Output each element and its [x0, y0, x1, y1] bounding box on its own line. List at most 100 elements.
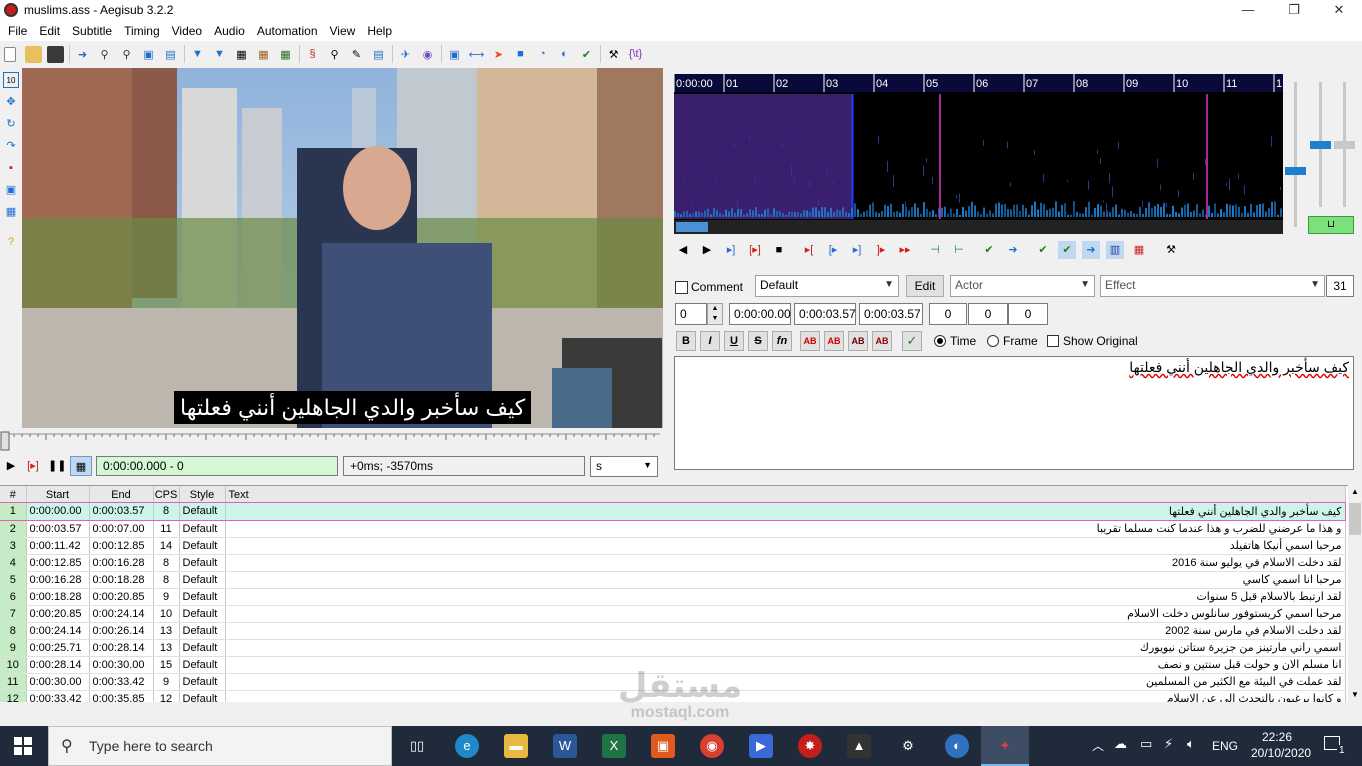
jump-to-icon[interactable]: ▣: [140, 46, 157, 63]
tag-icon[interactable]: {\t}: [627, 46, 644, 63]
shadow-color-button[interactable]: AB: [872, 331, 892, 351]
start-time-field[interactable]: 0:00:00.00: [729, 303, 791, 325]
primary-color-button[interactable]: AB: [800, 331, 820, 351]
help-icon[interactable]: ?: [3, 234, 19, 250]
scale-tool-icon[interactable]: ▪: [3, 160, 19, 176]
stop-audio-icon[interactable]: ■: [770, 241, 788, 259]
jump-start-icon[interactable]: ▤: [162, 46, 179, 63]
table-row[interactable]: 2 0:00:03.57 0:00:07.00 11 Default و هذا ما ع…: [0, 520, 1346, 538]
drag-tool-icon[interactable]: ✥: [3, 94, 19, 110]
comment-checkbox[interactable]: [675, 281, 688, 294]
table-row[interactable]: 6 0:00:18.28 0:00:20.85 9 Default لقد ارتبط ب…: [0, 588, 1346, 606]
menu-subtitle[interactable]: Subtitle: [66, 21, 118, 41]
play-icon[interactable]: ▶: [2, 456, 20, 476]
audio-options-icon[interactable]: ⚒: [1162, 241, 1180, 259]
lead-out-icon[interactable]: ⊢: [950, 241, 968, 259]
margin-left-field[interactable]: 0: [929, 303, 967, 325]
stop-icon[interactable]: ■: [512, 46, 529, 63]
auto-commit-icon[interactable]: ✔: [1034, 241, 1052, 259]
automation-icon[interactable]: ✈: [397, 46, 414, 63]
tray-chevron-icon[interactable]: ︿: [1092, 737, 1104, 754]
word-icon[interactable]: W: [553, 734, 577, 758]
menu-edit[interactable]: Edit: [33, 21, 66, 41]
attachments-icon[interactable]: ▦: [277, 46, 294, 63]
clock-icon[interactable]: ◔: [534, 46, 551, 63]
edge-browser-icon[interactable]: e: [455, 734, 479, 758]
options-icon[interactable]: ⚒: [605, 46, 622, 63]
table-row[interactable]: 1 0:00:00.00 0:00:03.57 8 Default كيف سأخبر و…: [0, 502, 1346, 521]
underline-button[interactable]: U: [724, 331, 744, 351]
layer-field[interactable]: 0: [675, 303, 707, 325]
table-row[interactable]: 5 0:00:16.28 0:00:18.28 8 Default مرحبا انا ا…: [0, 571, 1346, 589]
bold-button[interactable]: B: [676, 331, 696, 351]
properties-icon[interactable]: ▦: [233, 46, 250, 63]
edit-style-button[interactable]: Edit: [906, 275, 944, 297]
photos-icon[interactable]: ▲: [847, 734, 871, 758]
windows-start-icon[interactable]: [14, 737, 32, 755]
resolution-icon[interactable]: ▦: [255, 46, 272, 63]
time-radio[interactable]: [934, 335, 946, 347]
table-row[interactable]: 8 0:00:24.14 0:00:26.14 13 Default لقد دخلت ا…: [0, 622, 1346, 640]
rotate-z-icon[interactable]: ↻: [3, 116, 19, 132]
font-button[interactable]: fn: [772, 331, 792, 351]
zoom-in-icon[interactable]: ⚲: [96, 46, 113, 63]
taskbar-search-box[interactable]: ⚲ Type here to search: [48, 726, 392, 766]
show-original-checkbox[interactable]: [1047, 335, 1059, 347]
auto-next-icon[interactable]: ✔: [1058, 241, 1076, 259]
play-first-500-icon[interactable]: [▸: [824, 241, 842, 259]
style-editor-icon[interactable]: ▼: [211, 46, 228, 63]
video-time-field[interactable]: 0:00:00.000 - 0: [96, 456, 338, 476]
save-icon[interactable]: [47, 45, 64, 63]
translation-assistant-icon[interactable]: ▤: [370, 46, 387, 63]
scroll-thumb[interactable]: [1349, 503, 1361, 535]
go-to-icon[interactable]: ➜: [1004, 241, 1022, 259]
video-seek-slider[interactable]: [0, 428, 663, 456]
subtitle-text-editor[interactable]: كيف سأخبر والدي الجاهلين أنني فعلتها: [674, 356, 1354, 470]
play-before-icon[interactable]: ▸[: [800, 241, 818, 259]
pause-icon[interactable]: ❚❚: [48, 456, 66, 476]
find-icon[interactable]: ⚲: [326, 46, 343, 63]
network-icon[interactable]: ▭: [1140, 736, 1152, 752]
video-player-icon[interactable]: ▶: [749, 734, 773, 758]
clock-date[interactable]: 20/10/2020: [1251, 746, 1311, 760]
lead-in-icon[interactable]: ⊣: [926, 241, 944, 259]
volume-icon[interactable]: 🔈︎: [1187, 736, 1195, 752]
spectrum-mode-icon[interactable]: ▥: [1106, 241, 1124, 259]
clip-tool-icon[interactable]: ▣: [3, 182, 19, 198]
menu-view[interactable]: View: [324, 21, 362, 41]
menu-file[interactable]: File: [2, 21, 33, 41]
outline-color-button[interactable]: AB: [848, 331, 868, 351]
layer-spinner[interactable]: ▲ ▼: [707, 303, 723, 325]
aegisub-taskbar-icon[interactable]: ✸: [798, 734, 822, 758]
menu-help[interactable]: Help: [361, 21, 398, 41]
end-time-field[interactable]: 0:00:03.57: [794, 303, 856, 325]
autoscroll-video-icon[interactable]: ▦: [70, 456, 92, 476]
snap-icon[interactable]: ◐: [556, 46, 573, 63]
menu-audio[interactable]: Audio: [208, 21, 251, 41]
scroll-up-icon[interactable]: ▲: [1348, 485, 1362, 499]
video-display[interactable]: [22, 68, 663, 428]
frame-radio[interactable]: [987, 335, 999, 347]
styles-manager-icon[interactable]: ▼: [189, 46, 206, 63]
table-row[interactable]: 9 0:00:25.71 0:00:28.14 13 Default اسمي راني …: [0, 639, 1346, 657]
menu-video[interactable]: Video: [166, 21, 208, 41]
file-explorer-icon[interactable]: ▬: [504, 734, 528, 758]
play-current-line-icon[interactable]: [▸]: [746, 241, 764, 259]
vector-clip-icon[interactable]: ▦: [3, 204, 19, 220]
play-to-end-icon[interactable]: ▸▸: [896, 241, 914, 259]
timing-processor-icon[interactable]: ▣: [446, 46, 463, 63]
rotate-xy-icon[interactable]: ↷: [3, 138, 19, 154]
play-after-icon[interactable]: ]▸: [872, 241, 890, 259]
table-row[interactable]: 4 0:00:12.85 0:00:16.28 8 Default لقد دخلت ال…: [0, 554, 1346, 572]
close-button[interactable]: ✕: [1316, 0, 1362, 21]
chrome-icon[interactable]: ◉: [700, 734, 724, 758]
scroll-down-icon[interactable]: ▼: [1348, 688, 1362, 702]
audio-spectrum-display[interactable]: 0:00:00 01 02 03 04 05 06 07 08 09 10 11 1: [674, 74, 1283, 234]
strikeout-button[interactable]: S: [748, 331, 768, 351]
auto-scroll-icon[interactable]: ➜: [1082, 241, 1100, 259]
audio-zoom-thumb[interactable]: [1285, 167, 1306, 175]
commit-button[interactable]: ✓: [902, 331, 922, 351]
spellcheck-icon[interactable]: ✎: [348, 46, 365, 63]
commit-icon[interactable]: ✔: [980, 241, 998, 259]
next-line-icon[interactable]: ▶: [698, 241, 716, 259]
